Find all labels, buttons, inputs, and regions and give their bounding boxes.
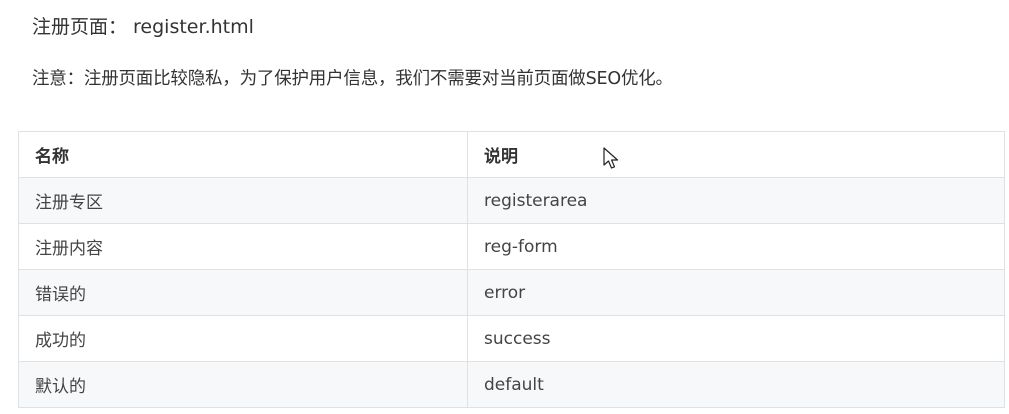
table-row: 错误的 error	[18, 269, 1005, 316]
cell-class: default	[467, 361, 1005, 408]
cell-class: reg-form	[467, 223, 1005, 270]
cell-name: 成功的	[18, 315, 468, 362]
table-row: 默认的 default	[18, 361, 1005, 408]
table-header-row: 名称 说明	[18, 131, 1005, 178]
cell-class: registerarea	[467, 177, 1005, 224]
table-row: 成功的 success	[18, 315, 1005, 362]
mouse-pointer-icon	[603, 147, 619, 169]
cell-class: error	[467, 269, 1005, 316]
cell-class: success	[467, 315, 1005, 362]
seo-note-line: 注意：注册页面比较隐私，为了保护用户信息，我们不需要对当前页面做SEO优化。	[32, 69, 673, 89]
cell-name: 注册专区	[18, 177, 468, 224]
table-row: 注册内容 reg-form	[18, 223, 1005, 270]
header-name: 名称	[18, 131, 468, 178]
class-name-table: 名称 说明 注册专区 registerarea 注册内容 reg-form 错误…	[18, 131, 1005, 408]
register-page-line: 注册页面： register.html	[32, 16, 254, 38]
cell-name: 错误的	[18, 269, 468, 316]
cell-name: 默认的	[18, 361, 468, 408]
table-row: 注册专区 registerarea	[18, 177, 1005, 224]
header-description: 说明	[467, 131, 1005, 178]
cell-name: 注册内容	[18, 223, 468, 270]
